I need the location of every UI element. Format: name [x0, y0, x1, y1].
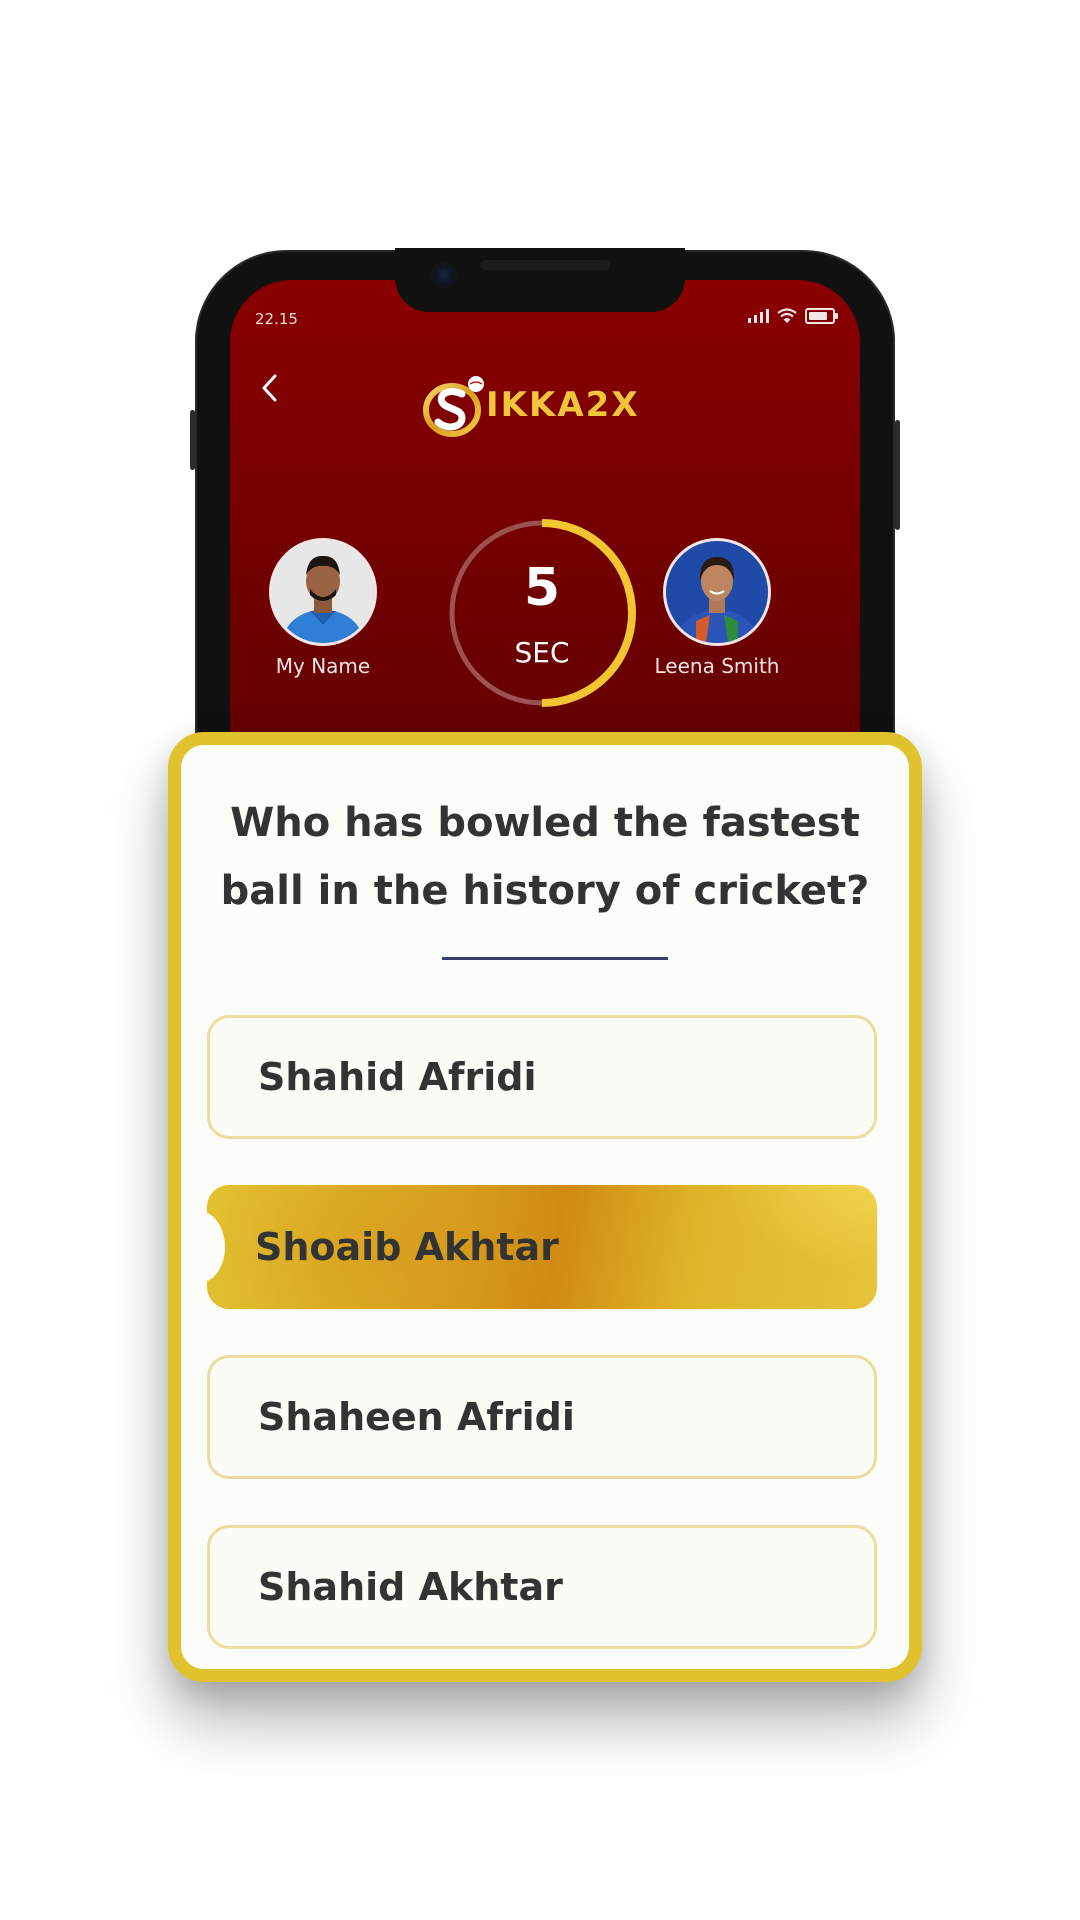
player-name-right: Leena Smith	[654, 654, 780, 678]
player-left: My Name	[248, 538, 398, 678]
phone-notch	[395, 248, 685, 312]
question-text: Who has bowled the fastest ball in the h…	[220, 800, 870, 914]
timer-value: 5	[523, 558, 561, 618]
front-camera-icon	[431, 262, 457, 288]
answer-option[interactable]: Shahid Akhtar	[207, 1525, 877, 1649]
avatar	[663, 538, 771, 646]
player-right: Leena Smith	[642, 538, 792, 678]
back-chevron-icon[interactable]	[255, 368, 285, 408]
answer-option-label: Shoaib Akhtar	[255, 1225, 559, 1269]
answer-option-label: Shahid Afridi	[258, 1055, 537, 1099]
wifi-icon	[777, 308, 797, 323]
player-name-left: My Name	[275, 654, 371, 678]
countdown-timer: 5 SEC	[445, 516, 639, 710]
answer-option[interactable]: Shaheen Afridi	[207, 1355, 877, 1479]
app-logo: IKKA2X	[420, 370, 640, 440]
status-time: 22.15	[255, 310, 298, 328]
answer-option[interactable]: Shahid Afridi	[207, 1015, 877, 1139]
question-divider	[442, 957, 668, 960]
timer-unit: SEC	[514, 636, 570, 669]
player-photo-icon	[666, 541, 768, 643]
question-card: Who has bowled the fastest ball in the h…	[168, 732, 922, 1682]
cricket-ball-logo-icon	[423, 376, 484, 437]
answer-option-label: Shahid Akhtar	[258, 1565, 563, 1609]
phone-side-button	[190, 410, 195, 470]
player-photo-icon	[272, 541, 374, 643]
status-icons	[748, 308, 838, 324]
battery-icon	[805, 308, 838, 324]
phone-power-button	[895, 420, 900, 530]
phone-speaker	[480, 260, 610, 270]
answer-option-selected[interactable]: Shoaib Akhtar	[207, 1185, 877, 1309]
logo-text: IKKA2X	[486, 385, 640, 425]
answer-option-label: Shaheen Afridi	[258, 1395, 575, 1439]
signal-icon	[748, 309, 769, 323]
avatar	[269, 538, 377, 646]
